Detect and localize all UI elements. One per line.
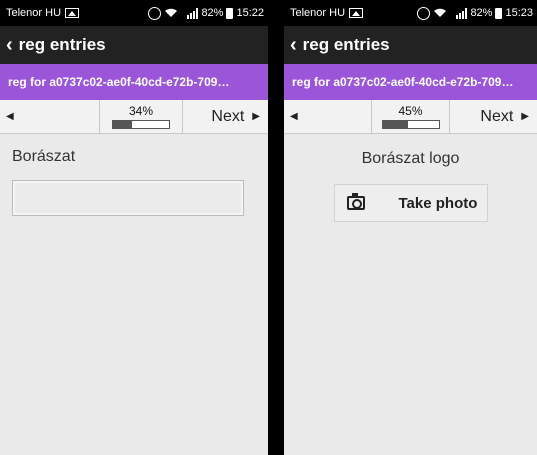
battery-icon: [226, 7, 234, 19]
page-title[interactable]: reg entries: [303, 35, 390, 55]
back-arrow-icon[interactable]: ‹: [290, 35, 297, 55]
progress-bar: [112, 119, 170, 129]
progress-fill: [113, 120, 133, 128]
text-input[interactable]: [12, 180, 244, 216]
progress-fill: [382, 120, 408, 128]
carrier-label: Telenor HU: [6, 7, 62, 19]
prev-arrow-icon: ◀: [6, 111, 14, 122]
next-arrow-icon: ▶: [521, 111, 529, 122]
action-bar: ‹ reg entries: [0, 26, 268, 64]
battery-percent: 82%: [201, 7, 224, 19]
navigation-row: ◀ 34% Next ▶: [0, 100, 268, 134]
form-content: Borászat: [0, 134, 268, 230]
status-bar: Telenor HU 82% 15:23: [284, 0, 537, 26]
alarm-icon: [148, 6, 162, 20]
field-label: Borászat logo: [361, 150, 460, 167]
prev-button[interactable]: ◀: [0, 100, 100, 133]
back-arrow-icon[interactable]: ‹: [6, 35, 13, 55]
progress-percent: 45%: [398, 103, 423, 118]
clock: 15:22: [236, 7, 264, 19]
alarm-icon: [417, 6, 431, 20]
take-photo-button[interactable]: Take photo: [333, 184, 488, 222]
next-arrow-icon: ▶: [252, 111, 260, 122]
next-button[interactable]: Next ▶: [450, 100, 537, 133]
signal-icon: [456, 7, 468, 19]
left-screen: Telenor HU 82% 15:22 ‹ reg entries reg f…: [0, 0, 268, 455]
navigation-row: ◀ 45% Next ▶: [284, 100, 537, 134]
next-button[interactable]: Next ▶: [183, 100, 268, 133]
right-screen: Telenor HU 82% 15:23 ‹ reg entries reg f…: [284, 0, 537, 455]
progress-bar: [381, 119, 440, 129]
record-subtitle: reg for a0737c02-ae0f-40cd-e72b-709…: [0, 64, 268, 100]
battery-icon: [495, 7, 503, 19]
battery-percent: 82%: [470, 7, 493, 19]
status-bar: Telenor HU 82% 15:22: [0, 0, 268, 26]
progress-indicator: 34%: [100, 100, 183, 133]
image-notification-icon: [349, 8, 364, 18]
prev-button[interactable]: ◀: [284, 100, 372, 133]
prev-arrow-icon: ◀: [290, 111, 298, 122]
page-title[interactable]: reg entries: [19, 35, 106, 55]
action-bar: ‹ reg entries: [284, 26, 537, 64]
camera-icon: [346, 193, 365, 210]
next-label: Next: [211, 107, 245, 125]
next-label: Next: [480, 107, 514, 125]
progress-indicator: 45%: [372, 100, 450, 133]
signal-icon: [187, 7, 199, 19]
take-photo-label: Take photo: [398, 194, 478, 212]
clock: 15:23: [505, 7, 533, 19]
wifi-icon: [165, 8, 178, 17]
wifi-icon: [434, 8, 447, 17]
carrier-label: Telenor HU: [290, 7, 346, 19]
record-subtitle: reg for a0737c02-ae0f-40cd-e72b-709…: [284, 64, 537, 100]
field-label: Borászat: [12, 148, 76, 165]
form-content: Borászat logo Take photo: [284, 134, 537, 236]
image-notification-icon: [65, 8, 80, 18]
progress-percent: 34%: [128, 103, 154, 118]
